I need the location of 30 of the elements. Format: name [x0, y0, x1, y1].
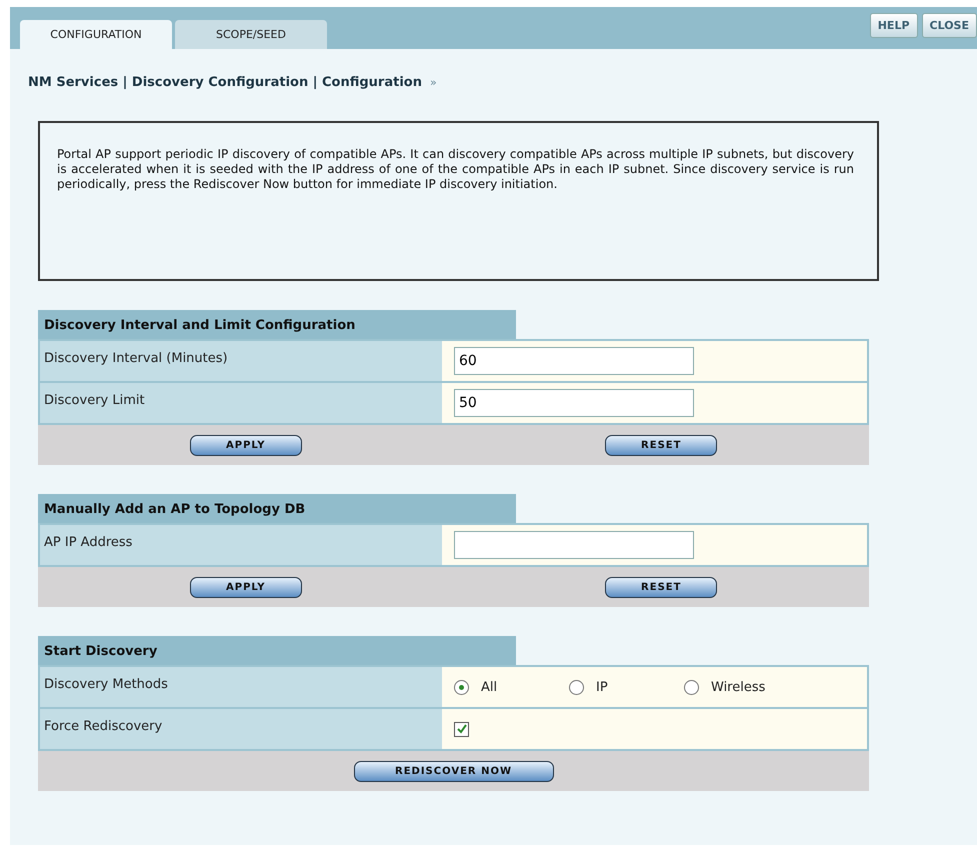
tab[interactable]: SCOPE/SEED: [175, 20, 327, 49]
input-field[interactable]: [454, 531, 694, 559]
section-title: Discovery Interval and Limit Configuration: [38, 310, 516, 339]
double-arrow-icon: »: [430, 76, 437, 89]
radio-button[interactable]: [569, 680, 584, 694]
option-label: Wireless: [711, 680, 766, 694]
input-field[interactable]: 50: [454, 389, 694, 417]
help-button[interactable]: HELP: [870, 13, 918, 38]
field-label: Discovery Methods: [40, 667, 442, 707]
radio-button[interactable]: [684, 680, 699, 694]
close-button[interactable]: CLOSE: [922, 13, 977, 38]
radio-button[interactable]: [454, 680, 469, 694]
option-label: All: [481, 680, 498, 694]
field-label: Discovery Interval (Minutes): [40, 341, 442, 381]
action-button[interactable]: RESET: [605, 576, 718, 598]
checkbox[interactable]: [454, 722, 469, 736]
section-title: Start Discovery: [38, 636, 516, 665]
input-field[interactable]: 60: [454, 347, 694, 375]
breadcrumb: NM Services | Discovery Configuration | Configuration: [28, 75, 422, 90]
action-button[interactable]: RESET: [605, 434, 718, 456]
action-button[interactable]: APPLY: [190, 576, 302, 598]
field-label: Force Rediscovery: [40, 709, 442, 749]
info-text: Portal AP support periodic IP discovery of compatible APs. It can discovery compatible APs across multiple IP subnets, but discovery is accelerated when it is seeded with the IP address of one of the compatible APs in each IP subnet. Since discovery service is run periodically, press the Rediscover Now button for immediate IP discovery initiation.: [38, 121, 879, 281]
tab[interactable]: CONFIGURATION: [20, 20, 172, 49]
action-button[interactable]: APPLY: [190, 434, 302, 456]
field-label: AP IP Address: [40, 525, 442, 565]
field-label: Discovery Limit: [40, 383, 442, 423]
section-title: Manually Add an AP to Topology DB: [38, 494, 516, 523]
option-label: IP: [596, 680, 608, 694]
action-button[interactable]: REDISCOVER NOW: [354, 760, 554, 782]
